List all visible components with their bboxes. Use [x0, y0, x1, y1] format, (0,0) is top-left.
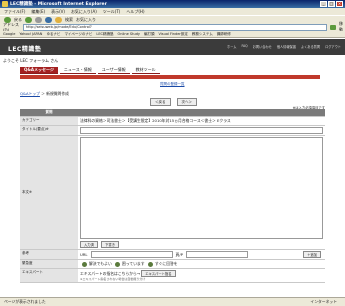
- back-button[interactable]: ＜戻る: [150, 98, 171, 106]
- browser-window: LEC精識塾 - Microsoft Internet Explorer _ □…: [0, 0, 345, 306]
- menu-file[interactable]: ファイル(F): [4, 9, 25, 15]
- question-form: ※は入力必須項目です 質問 カテゴリー 法律科の資格＞司法書士＞【受講生限定】2…: [20, 106, 325, 283]
- body-textarea[interactable]: [80, 137, 323, 239]
- urgency-opt-low: 解決でもよい: [89, 261, 112, 266]
- header-link-contact[interactable]: お問い合わせ: [253, 44, 272, 49]
- address-bar: アドレス(D) http://seisuweb.jp/mode/Edu/Cont…: [0, 21, 345, 33]
- link-online-study[interactable]: Online Study: [117, 32, 140, 36]
- main-tabs: Q&Aメッセージ ニュース・情報 ユーザー情報 教材ツール: [20, 67, 160, 74]
- search-label[interactable]: 検索: [65, 17, 73, 23]
- title-input[interactable]: [80, 127, 323, 134]
- urgency-radio-high[interactable]: [147, 261, 153, 267]
- ref-row: 参考 URL 頁/P ＋追加: [20, 250, 325, 260]
- link-yahoo[interactable]: Yahoo! JAPAN: [19, 32, 42, 36]
- title-bar: LEC精識塾 - Microsoft Internet Explorer _ □…: [0, 0, 345, 8]
- menu-view[interactable]: 表示(V): [51, 9, 65, 15]
- breadcrumb: Q&Aトップ ＞ 新規質問作成: [20, 91, 69, 97]
- link-mypage[interactable]: マイページのナビ: [64, 32, 92, 37]
- expert-text: エキスパートの指名はこちらから→: [80, 271, 141, 276]
- link-visual-finder[interactable]: Visual Finder設定: [159, 32, 188, 37]
- page-label: 頁/P: [175, 251, 183, 257]
- site-logo[interactable]: LEC精識塾: [8, 44, 41, 53]
- form-header-label: 質問: [20, 109, 78, 116]
- body-label: 本文※: [20, 136, 78, 249]
- course-row: カテゴリー 法律科の資格＞司法書士＞【受講生限定】2010年対15ヵ月合格コース…: [20, 117, 325, 126]
- breadcrumb-current: 新規質問作成: [46, 91, 69, 96]
- menu-favorites[interactable]: お気に入り(A): [71, 9, 97, 15]
- page-content: LEC精識塾 ホーム FAQ お問い合わせ 個人情報保護 よくある質問 ログアウ…: [0, 39, 345, 297]
- maximize-button[interactable]: □: [328, 1, 335, 7]
- url-input[interactable]: [90, 251, 173, 258]
- add-ref-button[interactable]: ＋追加: [303, 251, 321, 258]
- urgency-opt-mid: 困っています: [122, 261, 145, 266]
- link-google[interactable]: Google: [3, 32, 15, 36]
- go-icon[interactable]: [329, 24, 336, 30]
- header-link-help[interactable]: よくある質問: [301, 44, 320, 49]
- title-row: タイトル(要点)※: [20, 126, 325, 136]
- menu-edit[interactable]: 編集(E): [31, 9, 45, 15]
- expert-select-button[interactable]: エキスパート指名: [141, 270, 176, 277]
- favorites-label[interactable]: お気に入り: [76, 17, 96, 23]
- urgency-radio-low[interactable]: [82, 261, 87, 267]
- breadcrumb-top-link[interactable]: Q&Aトップ: [20, 91, 40, 96]
- close-button[interactable]: ×: [336, 1, 343, 7]
- header-link-faq[interactable]: FAQ: [242, 44, 248, 49]
- status-text: ページが表示されました: [4, 299, 46, 304]
- links-bar: Google Yahoo! JAPAN ゆるナビ マイページのナビ LEC精識塾…: [0, 31, 345, 38]
- urgency-label: 緊急度: [20, 260, 78, 268]
- site-header: LEC精識塾 ホーム FAQ お問い合わせ 個人情報保護 よくある質問 ログアウ…: [0, 39, 345, 55]
- menu-bar: ファイル(F) 編集(E) 表示(V) お気に入り(A) ツール(T) ヘルプ(…: [0, 8, 345, 15]
- status-zone: インターネット: [310, 299, 337, 304]
- ie-icon: [2, 1, 8, 7]
- link-kyomu[interactable]: 教務システム: [192, 32, 213, 37]
- window-title: LEC精識塾 - Microsoft Internet Explorer: [10, 2, 107, 7]
- stop-icon[interactable]: [35, 16, 42, 23]
- home-icon[interactable]: [55, 16, 62, 23]
- tab-materials[interactable]: 教材ツール: [131, 67, 160, 74]
- header-link-home[interactable]: ホーム: [227, 44, 236, 49]
- address-input[interactable]: http://seisuweb.jp/mode/Edu/Control?: [22, 23, 327, 31]
- body-button-1[interactable]: 入力済: [80, 241, 98, 248]
- toolbar: 戻る 検索 お気に入り: [0, 15, 345, 23]
- title-label: タイトル(要点)※: [20, 126, 78, 135]
- next-button[interactable]: 次へ＞: [176, 98, 197, 106]
- status-bar: ページが表示されました インターネット: [0, 297, 345, 306]
- tab-qa[interactable]: Q&Aメッセージ: [20, 67, 58, 74]
- expert-row: エキスパート エキスパートの指名はこちらから→ エキスパート指名 ※エキスパート…: [20, 269, 325, 283]
- body-button-2[interactable]: 下書き: [101, 241, 119, 248]
- link-yurunavi[interactable]: ゆるナビ: [46, 32, 60, 37]
- minimize-button[interactable]: _: [320, 1, 327, 7]
- header-link-logout[interactable]: ログアウト: [325, 44, 341, 49]
- body-row: 本文※ 入力済 下書き: [20, 136, 325, 250]
- header-link-privacy[interactable]: 個人情報保護: [277, 44, 296, 49]
- url-label: URL: [80, 252, 88, 257]
- ref-label: 参考: [20, 250, 78, 259]
- urgency-opt-high: すぐに回答を: [154, 261, 178, 266]
- page-input[interactable]: [185, 251, 248, 258]
- link-lec[interactable]: LEC精識塾: [96, 32, 113, 37]
- urgency-radio-mid[interactable]: [115, 261, 120, 267]
- course-label: カテゴリー: [20, 117, 78, 125]
- tab-underline: [20, 75, 320, 79]
- welcome-text: ようこそ LEC フォーラム さん: [3, 58, 59, 63]
- form-header-row: 質問: [20, 109, 325, 117]
- forward-icon[interactable]: [25, 16, 32, 23]
- menu-tools[interactable]: ツール(T): [103, 9, 121, 15]
- urgency-row: 緊急度 解決でもよい 困っています すぐに回答を: [20, 260, 325, 269]
- link-kenshu[interactable]: 講師研修: [217, 32, 231, 37]
- tab-user[interactable]: ユーザー情報: [97, 67, 130, 74]
- question-list-link[interactable]: 質問の登録一覧: [160, 82, 185, 87]
- link-edit[interactable]: 編打頭: [144, 32, 155, 37]
- expert-note: ※エキスパート指名されない場合は自動振り分け: [80, 277, 146, 281]
- tab-news[interactable]: ニュース・情報: [59, 67, 96, 74]
- menu-help[interactable]: ヘルプ(H): [126, 9, 144, 15]
- course-value: 法律科の資格＞司法書士＞【受講生限定】2010年対15ヵ月合格コース＜書士＞ E…: [80, 118, 231, 123]
- expert-label: エキスパート: [20, 269, 78, 282]
- refresh-icon[interactable]: [45, 16, 52, 23]
